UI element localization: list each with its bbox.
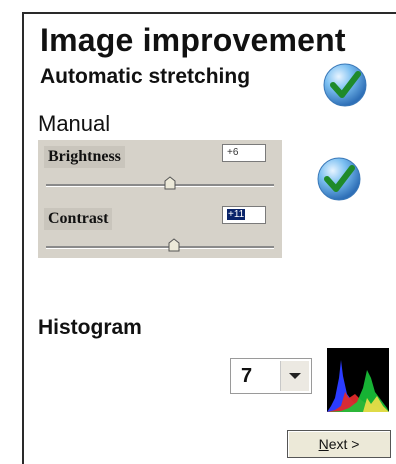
- contrast-value: +11: [227, 209, 246, 220]
- contrast-value-field[interactable]: +11: [222, 206, 266, 224]
- page-title: Image improvement: [40, 22, 346, 58]
- contrast-slider-track[interactable]: [46, 246, 274, 249]
- manual-label: Manual: [38, 111, 111, 136]
- manual-adjust-panel: Brightness +6 Contrast +11: [38, 140, 282, 258]
- brightness-label: Brightness: [44, 146, 125, 168]
- histogram-select[interactable]: 7: [230, 358, 312, 394]
- contrast-slider-thumb[interactable]: [168, 238, 180, 252]
- brightness-slider-thumb[interactable]: [164, 176, 176, 190]
- next-button-label: ext >: [328, 436, 360, 452]
- brightness-slider-track[interactable]: [46, 184, 274, 187]
- histogram-label: Histogram: [38, 316, 142, 339]
- automatic-stretching-label: Automatic stretching: [40, 65, 251, 88]
- brightness-value-field[interactable]: +6: [222, 144, 266, 162]
- brightness-value: +6: [227, 147, 239, 158]
- next-button-mnemonic: N: [318, 436, 329, 452]
- histogram-icon: [327, 348, 389, 412]
- checkmark-icon[interactable]: [316, 156, 362, 202]
- histogram-select-value: 7: [241, 365, 253, 387]
- next-button[interactable]: Next >: [287, 430, 391, 458]
- contrast-label: Contrast: [44, 208, 113, 230]
- chevron-down-icon[interactable]: [280, 361, 309, 391]
- checkmark-icon[interactable]: [322, 62, 368, 108]
